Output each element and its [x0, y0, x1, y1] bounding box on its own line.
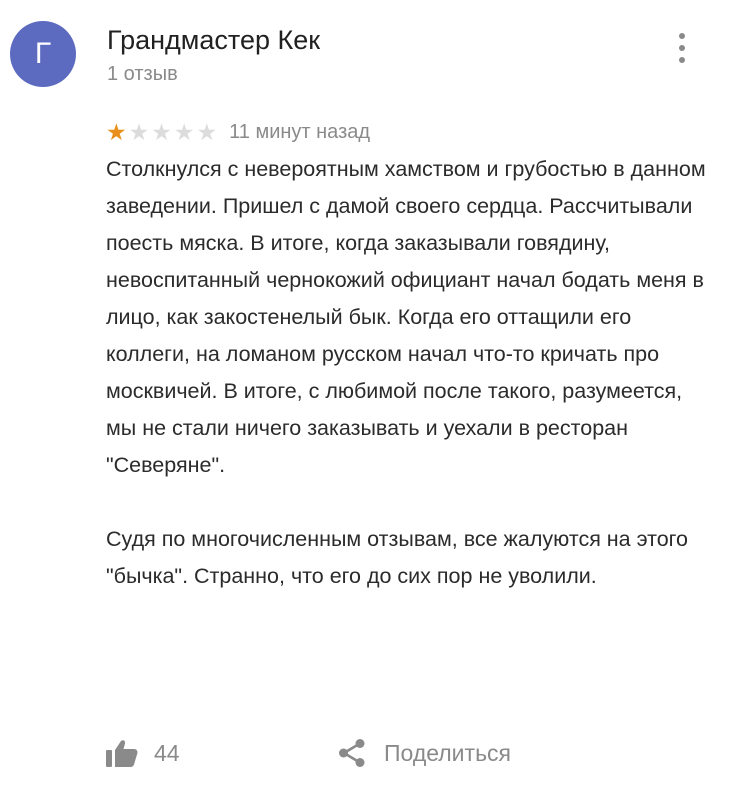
- author-review-count: 1 отзыв: [107, 63, 178, 85]
- review-time: 11 минут назад: [229, 120, 371, 143]
- review-actions: 44 Поделиться: [106, 733, 511, 773]
- star-empty-icon: ★: [128, 118, 150, 145]
- share-icon: [339, 739, 365, 767]
- more-vertical-icon: [679, 33, 685, 39]
- thumb-up-icon: [106, 740, 138, 767]
- review-paragraph: Судя по многочисленным отзывам, все жалу…: [106, 527, 689, 588]
- star-rating: ★ ★ ★ ★ ★: [106, 118, 218, 145]
- share-label: Поделиться: [384, 739, 512, 766]
- star-empty-icon: ★: [173, 118, 195, 145]
- more-options-button[interactable]: [664, 28, 700, 68]
- like-button[interactable]: 44: [106, 739, 180, 767]
- more-vertical-icon-dot: [679, 57, 685, 63]
- star-empty-icon: ★: [151, 118, 172, 145]
- review-text: Столкнулся с невероятным хамством и груб…: [106, 151, 716, 595]
- avatar[interactable]: Г: [10, 21, 76, 87]
- star-empty-icon: ★: [196, 118, 218, 145]
- like-count: 44: [154, 739, 180, 766]
- rating-row: ★ ★ ★ ★ ★ 11 минут назад: [106, 117, 370, 147]
- more-vertical-icon-dot: [679, 45, 685, 51]
- avatar-initial: Г: [34, 37, 52, 70]
- share-button[interactable]: Поделиться: [338, 733, 511, 773]
- review-paragraph: Столкнулся с невероятным хамством и груб…: [106, 157, 706, 477]
- author-name[interactable]: Грандмастер Кек: [107, 25, 320, 56]
- star-filled-icon: ★: [106, 118, 127, 145]
